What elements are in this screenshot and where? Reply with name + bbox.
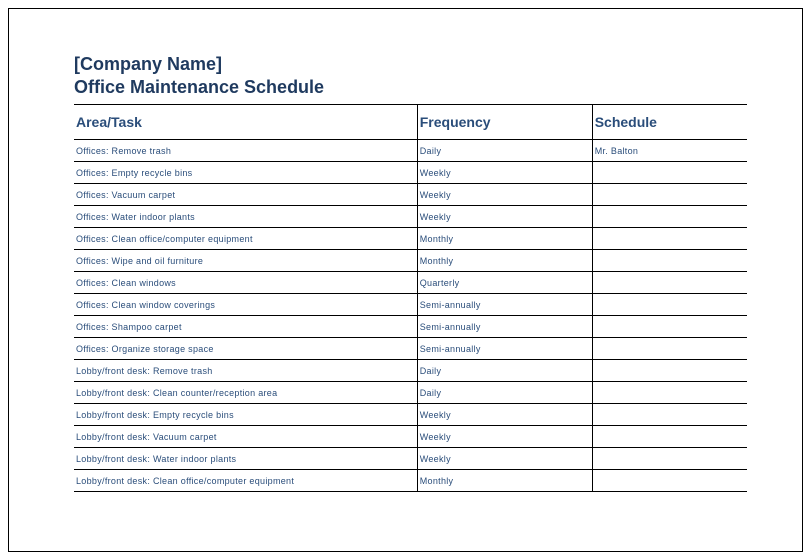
cell-area: Offices: Clean office/computer equipment — [74, 228, 417, 250]
cell-schedule — [592, 470, 747, 492]
cell-schedule — [592, 250, 747, 272]
cell-frequency: Weekly — [417, 448, 592, 470]
cell-area: Lobby/front desk: Clean counter/receptio… — [74, 382, 417, 404]
table-row: Lobby/front desk: Empty recycle binsWeek… — [74, 404, 747, 426]
cell-area: Lobby/front desk: Remove trash — [74, 360, 417, 382]
cell-schedule — [592, 382, 747, 404]
cell-frequency: Monthly — [417, 228, 592, 250]
cell-area: Lobby/front desk: Water indoor plants — [74, 448, 417, 470]
table-row: Offices: Water indoor plantsWeekly — [74, 206, 747, 228]
cell-frequency: Daily — [417, 140, 592, 162]
table-row: Offices: Clean office/computer equipment… — [74, 228, 747, 250]
company-name: [Company Name] — [74, 54, 747, 75]
table-row: Offices: Clean windowsQuarterly — [74, 272, 747, 294]
cell-schedule — [592, 184, 747, 206]
cell-frequency: Semi-annually — [417, 338, 592, 360]
cell-schedule — [592, 448, 747, 470]
cell-frequency: Semi-annually — [417, 294, 592, 316]
schedule-table: Area/Task Frequency Schedule Offices: Re… — [74, 104, 747, 492]
column-header-schedule: Schedule — [592, 105, 747, 140]
table-row: Offices: Wipe and oil furnitureMonthly — [74, 250, 747, 272]
cell-frequency: Weekly — [417, 404, 592, 426]
table-row: Lobby/front desk: Remove trashDaily — [74, 360, 747, 382]
cell-area: Offices: Water indoor plants — [74, 206, 417, 228]
table-row: Offices: Remove trashDailyMr. Balton — [74, 140, 747, 162]
column-header-frequency: Frequency — [417, 105, 592, 140]
cell-schedule — [592, 404, 747, 426]
table-row: Lobby/front desk: Clean counter/receptio… — [74, 382, 747, 404]
cell-frequency: Monthly — [417, 250, 592, 272]
cell-area: Offices: Remove trash — [74, 140, 417, 162]
cell-schedule — [592, 206, 747, 228]
cell-frequency: Quarterly — [417, 272, 592, 294]
column-header-area: Area/Task — [74, 105, 417, 140]
table-row: Offices: Shampoo carpetSemi-annually — [74, 316, 747, 338]
cell-area: Lobby/front desk: Clean office/computer … — [74, 470, 417, 492]
cell-area: Lobby/front desk: Empty recycle bins — [74, 404, 417, 426]
cell-schedule — [592, 316, 747, 338]
table-row: Lobby/front desk: Vacuum carpetWeekly — [74, 426, 747, 448]
cell-frequency: Monthly — [417, 470, 592, 492]
cell-schedule — [592, 294, 747, 316]
cell-frequency: Daily — [417, 382, 592, 404]
table-header-row: Area/Task Frequency Schedule — [74, 105, 747, 140]
cell-schedule — [592, 338, 747, 360]
cell-frequency: Daily — [417, 360, 592, 382]
cell-area: Offices: Clean window coverings — [74, 294, 417, 316]
document-frame: [Company Name] Office Maintenance Schedu… — [8, 8, 803, 552]
table-row: Offices: Clean window coveringsSemi-annu… — [74, 294, 747, 316]
table-row: Lobby/front desk: Water indoor plantsWee… — [74, 448, 747, 470]
cell-schedule — [592, 426, 747, 448]
document-title: Office Maintenance Schedule — [74, 77, 747, 98]
cell-frequency: Weekly — [417, 184, 592, 206]
cell-schedule: Mr. Balton — [592, 140, 747, 162]
cell-schedule — [592, 228, 747, 250]
cell-area: Lobby/front desk: Vacuum carpet — [74, 426, 417, 448]
cell-area: Offices: Shampoo carpet — [74, 316, 417, 338]
table-row: Offices: Empty recycle binsWeekly — [74, 162, 747, 184]
cell-schedule — [592, 360, 747, 382]
cell-area: Offices: Wipe and oil furniture — [74, 250, 417, 272]
cell-frequency: Semi-annually — [417, 316, 592, 338]
cell-schedule — [592, 272, 747, 294]
cell-frequency: Weekly — [417, 426, 592, 448]
cell-frequency: Weekly — [417, 162, 592, 184]
cell-area: Offices: Organize storage space — [74, 338, 417, 360]
cell-area: Offices: Empty recycle bins — [74, 162, 417, 184]
table-row: Offices: Organize storage spaceSemi-annu… — [74, 338, 747, 360]
cell-area: Offices: Vacuum carpet — [74, 184, 417, 206]
cell-area: Offices: Clean windows — [74, 272, 417, 294]
table-row: Offices: Vacuum carpetWeekly — [74, 184, 747, 206]
cell-frequency: Weekly — [417, 206, 592, 228]
table-row: Lobby/front desk: Clean office/computer … — [74, 470, 747, 492]
cell-schedule — [592, 162, 747, 184]
